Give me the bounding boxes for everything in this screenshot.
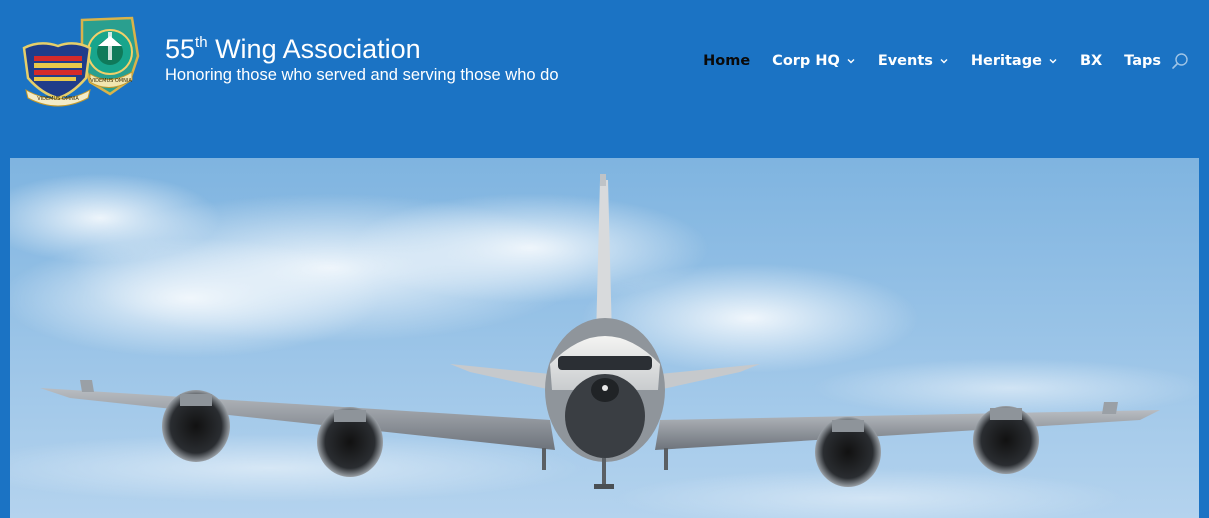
hero-aircraft-image (10, 158, 1199, 518)
site-title-text: Wing Association (207, 34, 421, 64)
chevron-down-icon (1049, 59, 1057, 64)
right-emblem-motto: VIDEMUS OMNIA (90, 78, 132, 84)
page-frame: VIDEMUS OMNIA VIDEMUS OMNIA 55th Wing As… (0, 0, 1209, 518)
chevron-down-icon (847, 59, 855, 64)
nav-corp-hq-label: Corp HQ (772, 53, 840, 69)
nav-events-label: Events (877, 53, 933, 69)
nav-taps[interactable]: Taps (1124, 53, 1161, 69)
site-tagline: Honoring those who served and serving th… (165, 66, 559, 84)
main-navigation: Home Corp HQ Events Heritage BX Taps (703, 49, 1189, 73)
nav-bx[interactable]: BX (1080, 53, 1102, 69)
chevron-down-icon (940, 59, 948, 64)
nav-home-label: Home (703, 53, 751, 69)
hero-banner (10, 158, 1199, 518)
nav-home[interactable]: Home (703, 53, 750, 69)
nav-taps-label: Taps (1124, 53, 1161, 69)
nav-heritage[interactable]: Heritage (971, 53, 1058, 69)
site-title-suffix: th (195, 34, 208, 51)
right-emblem: VIDEMUS OMNIA (80, 16, 140, 96)
search-icon[interactable] (1171, 52, 1189, 70)
site-title-number: 55 (165, 34, 196, 64)
left-emblem: VIDEMUS OMNIA (22, 42, 92, 107)
wing-emblems-logo: VIDEMUS OMNIA VIDEMUS OMNIA (22, 16, 140, 107)
nav-events[interactable]: Events (878, 53, 949, 69)
left-emblem-motto: VIDEMUS OMNIA (37, 96, 79, 102)
nav-heritage-label: Heritage (970, 53, 1042, 69)
site-branding: 55th Wing Association Honoring those who… (165, 34, 559, 86)
site-logo[interactable]: VIDEMUS OMNIA VIDEMUS OMNIA (20, 16, 148, 108)
site-title[interactable]: 55th Wing Association (165, 34, 559, 64)
nav-corp-hq[interactable]: Corp HQ (772, 53, 856, 69)
site-header: VIDEMUS OMNIA VIDEMUS OMNIA 55th Wing As… (10, 8, 1199, 158)
nav-bx-label: BX (1079, 53, 1103, 69)
